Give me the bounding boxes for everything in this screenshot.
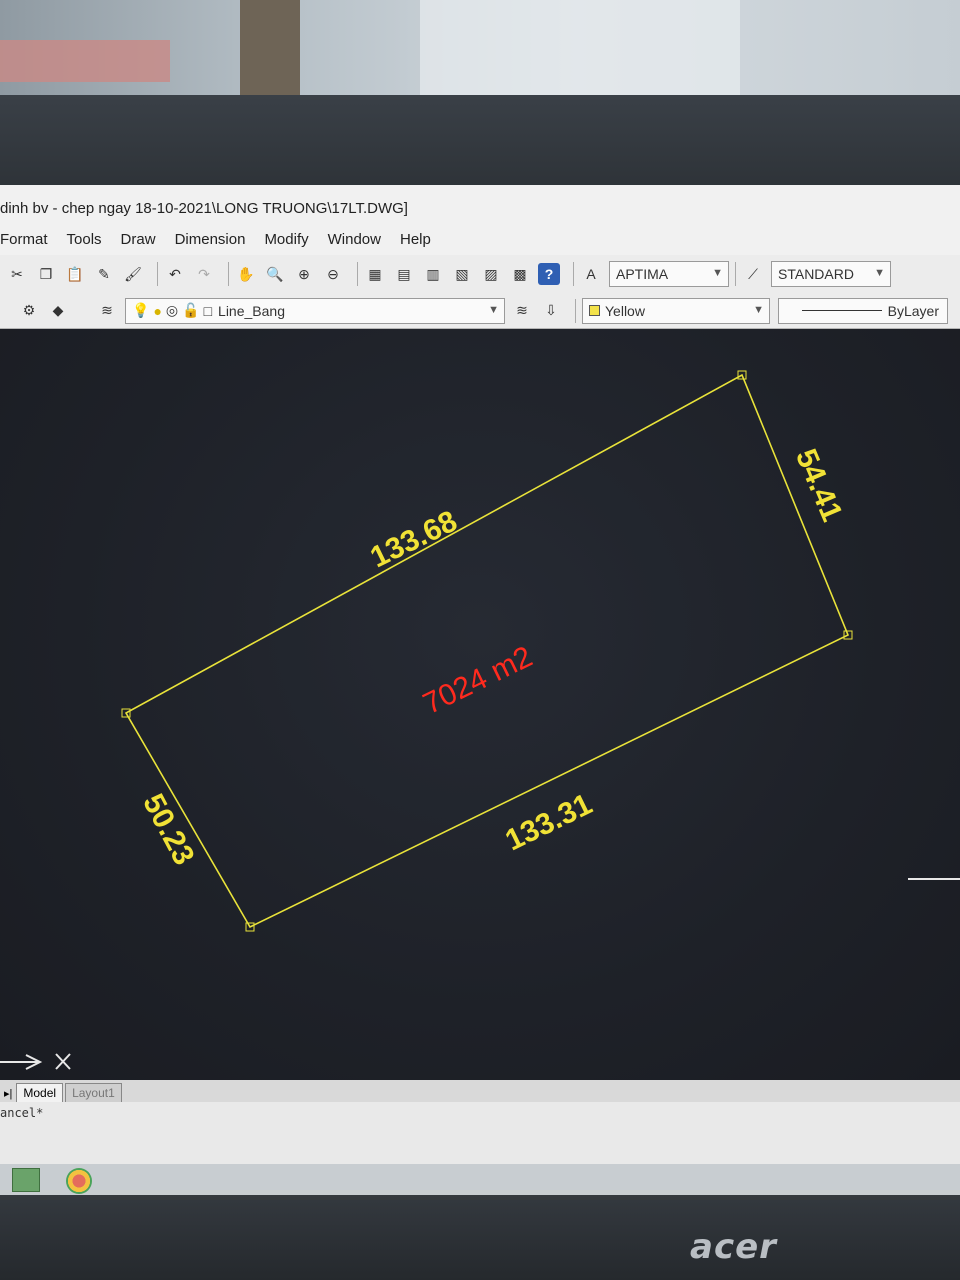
layer-manager-icon[interactable]: ⚙: [18, 300, 40, 322]
sheet-set-icon[interactable]: ▧: [451, 263, 473, 285]
dim-style-icon: ⟋: [748, 265, 758, 282]
tab-layout1[interactable]: Layout1: [65, 1083, 122, 1102]
text-style-select[interactable]: APTIMA ▼: [609, 261, 729, 287]
linetype-value: ByLayer: [887, 302, 939, 319]
dim-style-value: STANDARD: [778, 266, 854, 282]
properties-icon[interactable]: ▦: [364, 263, 386, 285]
monitor-screen: dinh bv - chep ngay 18-10-2021\LONG TRUO…: [0, 185, 960, 1195]
layer-freeze-icon: ●: [153, 302, 162, 319]
layer-viewport-icon: ◎: [165, 302, 179, 318]
menu-format[interactable]: Format: [0, 231, 48, 248]
zoom-realtime-icon[interactable]: 🔍: [264, 263, 286, 285]
background-post: [240, 0, 300, 100]
tool-palettes-icon[interactable]: ▥: [422, 263, 444, 285]
color-value: Yellow: [605, 302, 645, 319]
land-parcel-polygon[interactable]: [124, 373, 850, 929]
monitor-bezel-top: [0, 95, 960, 195]
help-icon[interactable]: ?: [538, 263, 560, 285]
design-center-icon[interactable]: ▤: [393, 263, 415, 285]
layer-select[interactable]: 💡 ● ◎ 🔓 □ Line_Bang ▼: [125, 297, 505, 324]
brush-icon[interactable]: 🖌: [122, 263, 144, 285]
match-properties-icon[interactable]: ✎: [93, 263, 115, 285]
layer-states-icon[interactable]: ≋: [96, 300, 118, 322]
background-shelf: [0, 40, 170, 82]
text-style-icon: A: [586, 266, 596, 282]
tab-scroll-icon[interactable]: ▸|: [0, 1085, 16, 1102]
zoom-window-icon[interactable]: ⊕: [293, 263, 315, 285]
menu-window[interactable]: Window: [328, 231, 381, 248]
menu-help[interactable]: Help: [400, 231, 431, 248]
linetype-select[interactable]: ByLayer: [778, 297, 948, 324]
separator: [157, 262, 158, 286]
layer-previous-icon[interactable]: ◆: [47, 300, 69, 322]
menu-modify[interactable]: Modify: [264, 231, 308, 248]
color-swatch: [589, 305, 600, 316]
menu-tools[interactable]: Tools: [67, 231, 102, 248]
layer-color-icon: □: [203, 302, 213, 319]
layer-on-icon: 💡: [132, 302, 150, 318]
monitor-bezel-bottom: acer: [0, 1195, 960, 1280]
separator: [357, 262, 358, 286]
zoom-previous-icon[interactable]: ⊖: [322, 263, 344, 285]
copy-icon[interactable]: ❐: [35, 263, 57, 285]
chevron-down-icon: ▼: [753, 303, 764, 316]
separator: [735, 262, 736, 286]
markup-icon[interactable]: ▨: [480, 263, 502, 285]
standard-toolbar: ✂ ❐ 📋 ✎ 🖌 ↶ ↷ ✋ 🔍 ⊕ ⊖ ▦ ▤ ▥ ▧ ▨ ▩ ? A AP…: [0, 255, 960, 293]
calculator-icon[interactable]: ▩: [509, 263, 531, 285]
dimension-top[interactable]: 133.68: [365, 505, 462, 575]
text-style-value: APTIMA: [616, 266, 669, 282]
tab-model[interactable]: Model: [16, 1083, 64, 1102]
monitor-brand-logo: acer: [690, 1227, 777, 1267]
layer-match-icon[interactable]: ⇩: [540, 300, 562, 322]
dimension-left[interactable]: 50.23: [136, 789, 200, 871]
chevron-down-icon: ▼: [488, 303, 499, 316]
layout-tabs: ▸| Model Layout1: [0, 1080, 960, 1102]
separator: [575, 298, 576, 323]
separator: [573, 262, 574, 286]
area-label[interactable]: 7024 m2: [418, 640, 537, 721]
background-panel: [420, 0, 740, 100]
window-title-bar: dinh bv - chep ngay 18-10-2021\LONG TRUO…: [0, 185, 960, 223]
autocad-taskbar-icon[interactable]: [12, 1168, 40, 1192]
menu-draw[interactable]: Draw: [121, 231, 156, 248]
redo-icon[interactable]: ↷: [193, 263, 215, 285]
drawing-area[interactable]: 133.68 54.41 133.31 50.23 7024 m2: [0, 329, 960, 1081]
taskbar: [0, 1164, 960, 1195]
window-title: dinh bv - chep ngay 18-10-2021\LONG TRUO…: [0, 200, 408, 217]
cut-icon[interactable]: ✂: [6, 263, 28, 285]
pan-icon[interactable]: ✋: [235, 263, 257, 285]
vertex-grips: [121, 370, 853, 932]
layer-name: Line_Bang: [218, 302, 285, 319]
menu-bar: Format Tools Draw Dimension Modify Windo…: [0, 223, 960, 255]
command-line[interactable]: ancel*: [0, 1102, 960, 1164]
undo-icon[interactable]: ↶: [164, 263, 186, 285]
make-current-icon[interactable]: ≋: [511, 300, 533, 322]
menu-dimension[interactable]: Dimension: [175, 231, 246, 248]
separator: [228, 262, 229, 286]
color-select[interactable]: Yellow ▼: [582, 297, 770, 324]
browser-taskbar-icon[interactable]: [66, 1168, 92, 1194]
layers-toolbar: ⚙ ◆ ≋ 💡 ● ◎ 🔓 □ Line_Bang ▼ ≋ ⇩ Yellow ▼…: [0, 293, 960, 329]
paste-icon[interactable]: 📋: [64, 263, 86, 285]
chevron-down-icon: ▼: [874, 267, 885, 279]
chevron-down-icon: ▼: [712, 267, 723, 279]
ucs-icon: [0, 1053, 71, 1070]
command-history: ancel*: [0, 1106, 44, 1120]
layer-lock-icon: 🔓: [182, 302, 200, 318]
background-wall: [0, 0, 960, 100]
dim-style-select[interactable]: STANDARD ▼: [771, 261, 891, 287]
linetype-sample: [801, 310, 882, 311]
drawing-svg[interactable]: 133.68 54.41 133.31 50.23 7024 m2: [0, 329, 960, 1081]
